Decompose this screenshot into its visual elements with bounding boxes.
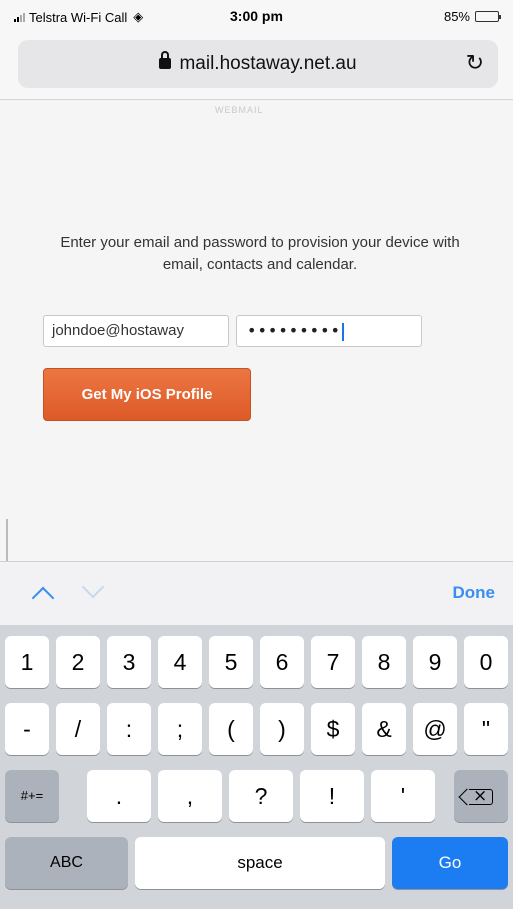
- key-colon[interactable]: :: [107, 703, 151, 755]
- go-key[interactable]: Go: [392, 837, 508, 889]
- clock: 3:00 pm: [230, 8, 283, 24]
- web-page: WEBMAIL Enter your email and password to…: [0, 101, 513, 561]
- address-bar[interactable]: mail.hostaway.net.au ↻: [18, 40, 498, 88]
- key-semicolon[interactable]: ;: [158, 703, 202, 755]
- battery-percent: 85%: [443, 9, 470, 24]
- key-quote[interactable]: ": [464, 703, 508, 755]
- reload-icon[interactable]: ↻: [466, 50, 484, 76]
- key-slash[interactable]: /: [56, 703, 100, 755]
- status-left: Telstra Wi-Fi Call ◈: [14, 9, 143, 25]
- key-2[interactable]: 2: [56, 636, 100, 688]
- backspace-key[interactable]: [454, 770, 508, 822]
- address-display[interactable]: mail.hostaway.net.au: [18, 51, 498, 75]
- chevron-down-icon[interactable]: [81, 575, 105, 599]
- status-bar: Telstra Wi-Fi Call ◈ 3:00 pm 85%: [0, 0, 513, 34]
- abc-key[interactable]: ABC: [5, 837, 128, 889]
- key-close-paren[interactable]: ): [260, 703, 304, 755]
- key-exclamation[interactable]: !: [300, 770, 364, 822]
- key-7[interactable]: 7: [311, 636, 355, 688]
- email-field[interactable]: johndoe@hostaway: [43, 315, 229, 347]
- done-button[interactable]: Done: [453, 583, 496, 603]
- instructions-text: Enter your email and password to provisi…: [60, 234, 460, 273]
- chevron-up-icon[interactable]: [31, 586, 55, 610]
- key-0[interactable]: 0: [464, 636, 508, 688]
- key-ampersand[interactable]: &: [362, 703, 406, 755]
- key-apostrophe[interactable]: ': [371, 770, 435, 822]
- battery-icon: [475, 11, 501, 22]
- key-8[interactable]: 8: [362, 636, 406, 688]
- page-edge-divider: [6, 519, 8, 561]
- keyboard: 1 2 3 4 5 6 7 8 9 0 - / : ; ( ) $ & @ " …: [0, 625, 513, 909]
- key-comma[interactable]: ,: [158, 770, 222, 822]
- key-9[interactable]: 9: [413, 636, 457, 688]
- space-key[interactable]: space: [135, 837, 385, 889]
- symbols-mode-key[interactable]: #+=: [5, 770, 59, 822]
- backspace-icon: [469, 784, 493, 808]
- get-ios-profile-button[interactable]: Get My iOS Profile: [43, 368, 251, 421]
- webmail-logo: WEBMAIL: [215, 105, 264, 115]
- key-1[interactable]: 1: [5, 636, 49, 688]
- wifi-icon: ◈: [133, 9, 144, 24]
- key-dollar[interactable]: $: [311, 703, 355, 755]
- text-cursor: [341, 322, 344, 341]
- status-right: 85%: [443, 9, 501, 24]
- password-field[interactable]: •••••••••: [236, 315, 422, 347]
- url-text: mail.hostaway.net.au: [179, 53, 357, 74]
- browser-toolbar: mail.hostaway.net.au ↻: [0, 34, 513, 100]
- lock-icon: [159, 51, 172, 69]
- key-hyphen[interactable]: -: [5, 703, 49, 755]
- carrier-label: Telstra Wi-Fi Call: [29, 9, 128, 25]
- key-5[interactable]: 5: [209, 636, 253, 688]
- key-3[interactable]: 3: [107, 636, 151, 688]
- key-4[interactable]: 4: [158, 636, 202, 688]
- key-period[interactable]: .: [87, 770, 151, 822]
- key-at[interactable]: @: [413, 703, 457, 755]
- key-question[interactable]: ?: [229, 770, 293, 822]
- signal-icon: [14, 12, 25, 22]
- password-dots: •••••••••: [247, 321, 341, 340]
- keyboard-accessory-bar: Done: [0, 561, 513, 625]
- key-open-paren[interactable]: (: [209, 703, 253, 755]
- key-6[interactable]: 6: [260, 636, 304, 688]
